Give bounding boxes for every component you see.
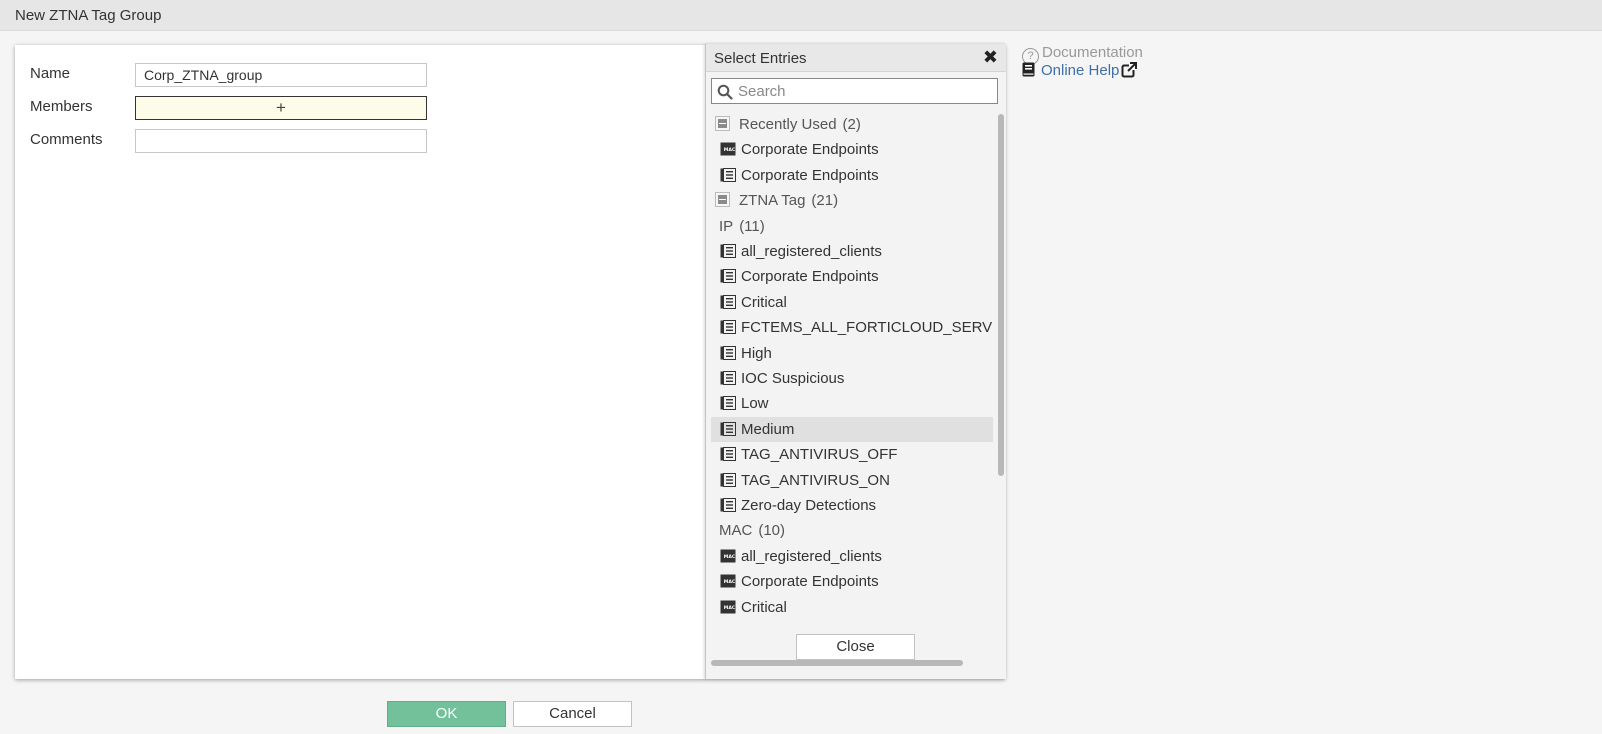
ip-tag-icon xyxy=(720,167,736,182)
list-item-label: Corporate Endpoints xyxy=(741,141,879,159)
list-item-label: Corporate Endpoints xyxy=(741,166,879,184)
cancel-button[interactable]: Cancel xyxy=(513,701,632,727)
list-item[interactable]: Corporate Endpoints xyxy=(711,163,993,188)
list-item-label: all_registered_clients xyxy=(741,243,882,260)
popup-title: Select Entries xyxy=(714,50,807,67)
name-input[interactable] xyxy=(135,63,427,87)
popup-header: Select Entries ✖ xyxy=(706,44,1006,72)
subgroup-header: MAC (10) xyxy=(711,518,993,543)
count-badge: (2) xyxy=(842,116,861,133)
list-item-label: Low xyxy=(741,395,769,413)
list-item[interactable]: Corporate Endpoints xyxy=(711,264,993,289)
mac-tag-icon: MAC xyxy=(720,574,736,588)
subgroup-header: IP (11) xyxy=(711,214,993,239)
count-badge: (11) xyxy=(739,217,765,235)
online-help-label: Online Help xyxy=(1041,62,1120,79)
ip-tag-icon xyxy=(720,294,736,309)
list-item[interactable]: MAC Corporate Endpoints xyxy=(711,137,993,162)
list-item-label: Corporate Endpoints xyxy=(741,268,879,286)
list-item-label: High xyxy=(741,344,772,362)
list-item-label: MAC (10) xyxy=(719,522,786,540)
book-icon xyxy=(1022,62,1035,77)
ip-tag-icon xyxy=(720,396,736,411)
members-label: Members xyxy=(30,98,93,115)
list-item-label: Medium xyxy=(741,420,795,438)
ip-tag-icon xyxy=(720,269,736,284)
popup-footer: Close xyxy=(706,626,1006,679)
list-item[interactable]: Zero-day Detections xyxy=(711,493,993,518)
list-item-label: all_registered_clients xyxy=(741,547,882,565)
list-item[interactable]: Critical xyxy=(711,290,993,315)
list-item[interactable]: FCTEMS_ALL_FORTICLOUD_SERVERS xyxy=(711,315,993,340)
mac-tag-icon: MAC xyxy=(720,142,736,156)
list-item-label: TAG_ANTIVIRUS_OFF xyxy=(741,446,898,464)
title-bar: New ZTNA Tag Group xyxy=(0,0,1602,31)
close-button[interactable]: Close xyxy=(796,634,915,660)
vertical-scrollbar[interactable] xyxy=(998,114,1004,670)
list-item-label: FCTEMS_ALL_FORTICLOUD_SERVERS xyxy=(741,319,993,337)
select-entries-popup: Select Entries ✖ Recently Used(2) MAC Corp… xyxy=(705,44,1006,679)
ip-tag-icon xyxy=(720,371,736,385)
list-item[interactable]: MAC Corporate Endpoints xyxy=(711,569,993,594)
count-badge: (10) xyxy=(758,522,786,540)
list-item[interactable]: TAG_ANTIVIRUS_ON xyxy=(711,468,993,493)
entry-list: Recently Used (2) MAC Corporate Endpoints Co… xyxy=(711,112,993,672)
ip-tag-icon xyxy=(720,345,736,360)
name-label: Name xyxy=(30,65,71,82)
collapse-icon[interactable] xyxy=(715,192,730,208)
list-item[interactable]: High xyxy=(711,341,993,366)
collapse-icon[interactable] xyxy=(715,116,730,131)
group-header[interactable]: Recently Used (2) xyxy=(711,112,993,137)
mac-tag-icon: MAC xyxy=(720,600,736,614)
list-item[interactable]: MAC Critical xyxy=(711,595,993,620)
svg-text:MAC: MAC xyxy=(724,605,736,611)
group-header[interactable]: ZTNA Tag (21) xyxy=(711,188,993,213)
list-item-label: Critical xyxy=(741,598,787,616)
search-input[interactable] xyxy=(738,82,988,100)
list-item-label: IP (11) xyxy=(719,217,765,235)
ip-tag-icon xyxy=(720,320,736,335)
list-item[interactable]: IOC Suspicious xyxy=(711,366,993,391)
documentation-label: Documentation xyxy=(1042,44,1143,61)
close-icon[interactable]: ✖ xyxy=(983,47,998,68)
ip-tag-icon xyxy=(720,421,736,436)
count-badge: (21) xyxy=(811,192,839,210)
list-item-label: Corporate Endpoints xyxy=(741,573,879,591)
search-icon xyxy=(717,84,733,100)
members-add-field[interactable]: + xyxy=(135,96,427,120)
list-item-label: IOC Suspicious xyxy=(741,370,845,387)
list-item-label: Recently Used (2) xyxy=(739,116,861,133)
list-item[interactable]: all_registered_clients xyxy=(711,239,993,264)
comments-input[interactable] xyxy=(135,129,427,153)
vertical-scrollbar-thumb[interactable] xyxy=(998,114,1004,476)
list-item[interactable]: Low xyxy=(711,391,993,416)
svg-text:MAC: MAC xyxy=(724,579,736,585)
svg-text:MAC: MAC xyxy=(724,148,736,154)
ip-tag-icon xyxy=(720,498,736,512)
ok-button[interactable]: OK xyxy=(387,701,506,727)
page-title: New ZTNA Tag Group xyxy=(15,7,162,24)
ip-tag-icon xyxy=(720,447,736,462)
list-item-label: Critical xyxy=(741,293,787,311)
list-item-label: TAG_ANTIVIRUS_ON xyxy=(741,471,890,489)
ip-tag-icon xyxy=(720,244,736,258)
list-item[interactable]: TAG_ANTIVIRUS_OFF xyxy=(711,442,993,467)
list-item-label: ZTNA Tag (21) xyxy=(739,192,839,210)
comments-label: Comments xyxy=(30,131,103,148)
list-item[interactable]: MAC all_registered_clients xyxy=(711,544,993,569)
list-item[interactable]: Medium xyxy=(711,416,993,442)
ip-tag-icon xyxy=(720,472,736,487)
external-link-icon xyxy=(1121,62,1138,78)
svg-text:MAC: MAC xyxy=(724,554,736,560)
search-box[interactable] xyxy=(711,78,998,104)
list-item-label: Zero-day Detections xyxy=(741,497,877,514)
mac-tag-icon: MAC xyxy=(720,549,736,563)
online-help-link[interactable]: Online Help xyxy=(1022,62,1138,79)
